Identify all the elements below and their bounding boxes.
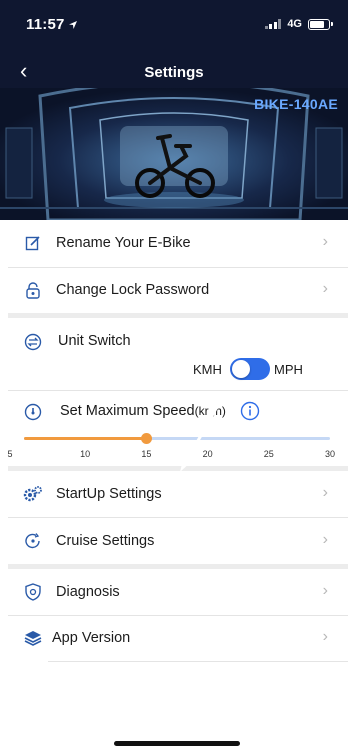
slider-tick-label: 10 <box>80 449 91 459</box>
chevron-right-icon: › <box>322 233 328 250</box>
lock-icon <box>16 281 50 299</box>
app-version-label: App Version <box>52 630 131 646</box>
slider-tick-label: 25 <box>263 449 274 459</box>
rename-row[interactable]: Rename Your E-Bike › <box>8 220 348 266</box>
page-title: Settings <box>144 64 204 81</box>
unit-toggle[interactable] <box>230 358 270 380</box>
speed-label-text: Set Maximum Speed <box>60 403 195 419</box>
slider-tick-label: 5 <box>7 449 13 459</box>
battery-icon <box>308 18 333 30</box>
lock-label: Change Lock Password <box>56 282 210 298</box>
cruise-settings-row[interactable]: Cruise Settings › <box>8 518 348 564</box>
mph-label: MPH <box>274 362 303 377</box>
slider-tick-label: 15 <box>141 449 152 459</box>
slider-tick-label: 20 <box>202 449 213 459</box>
edit-icon <box>16 235 50 251</box>
chevron-right-icon: › <box>322 484 328 501</box>
network-label: 4G <box>287 18 302 30</box>
gears-icon <box>16 485 50 503</box>
slider-thumb[interactable] <box>141 433 153 444</box>
status-time: 11:57 <box>26 16 65 33</box>
lock-password-row[interactable]: Change Lock Password › <box>8 267 348 313</box>
layers-icon <box>16 630 50 646</box>
bike-code: BIKE-140AE <box>254 96 338 112</box>
cruise-icon <box>16 532 50 550</box>
home-indicator <box>114 741 240 746</box>
startup-label: StartUp Settings <box>56 486 162 502</box>
section-divider <box>8 313 348 318</box>
slider-tick-label: 30 <box>324 449 335 459</box>
cruise-label: Cruise Settings <box>56 533 155 549</box>
divider <box>8 390 348 391</box>
location-arrow-icon <box>68 17 78 35</box>
chevron-right-icon: › <box>322 582 328 599</box>
slider-fill <box>24 437 147 440</box>
bike-banner: BIKE-140AE <box>0 88 348 220</box>
startup-settings-row[interactable]: StartUp Settings › <box>8 471 348 517</box>
shield-icon <box>16 583 50 601</box>
toggle-knob <box>232 360 250 378</box>
diagnosis-row[interactable]: Diagnosis › <box>8 569 348 615</box>
rename-label: Rename Your E-Bike <box>56 235 191 251</box>
signal-icon <box>264 19 282 29</box>
info-icon[interactable] <box>240 401 260 426</box>
diagnosis-label: Diagnosis <box>56 584 120 600</box>
unit-switch-label: Unit Switch <box>58 333 131 349</box>
unit-switch-icon <box>24 333 42 356</box>
header-area: 11:57 4G ‹ Settings BIKE-140AE <box>0 0 348 220</box>
app-version-row[interactable]: App Version › <box>8 615 348 661</box>
speed-unit: (kr ,h) <box>194 404 226 418</box>
kmh-label: KMH <box>193 362 222 377</box>
chevron-right-icon: › <box>322 280 328 297</box>
divider <box>48 661 348 662</box>
chevron-right-icon: › <box>322 628 328 645</box>
status-right: 4G <box>264 18 333 30</box>
max-speed-slider[interactable] <box>24 432 330 446</box>
chevron-right-icon: › <box>322 531 328 548</box>
speed-label: Set Maximum Speed(kr ,h) <box>60 403 226 419</box>
status-bar: 11:57 4G <box>0 0 348 46</box>
speedometer-icon <box>24 403 42 426</box>
nav-bar: ‹ Settings <box>0 56 348 88</box>
